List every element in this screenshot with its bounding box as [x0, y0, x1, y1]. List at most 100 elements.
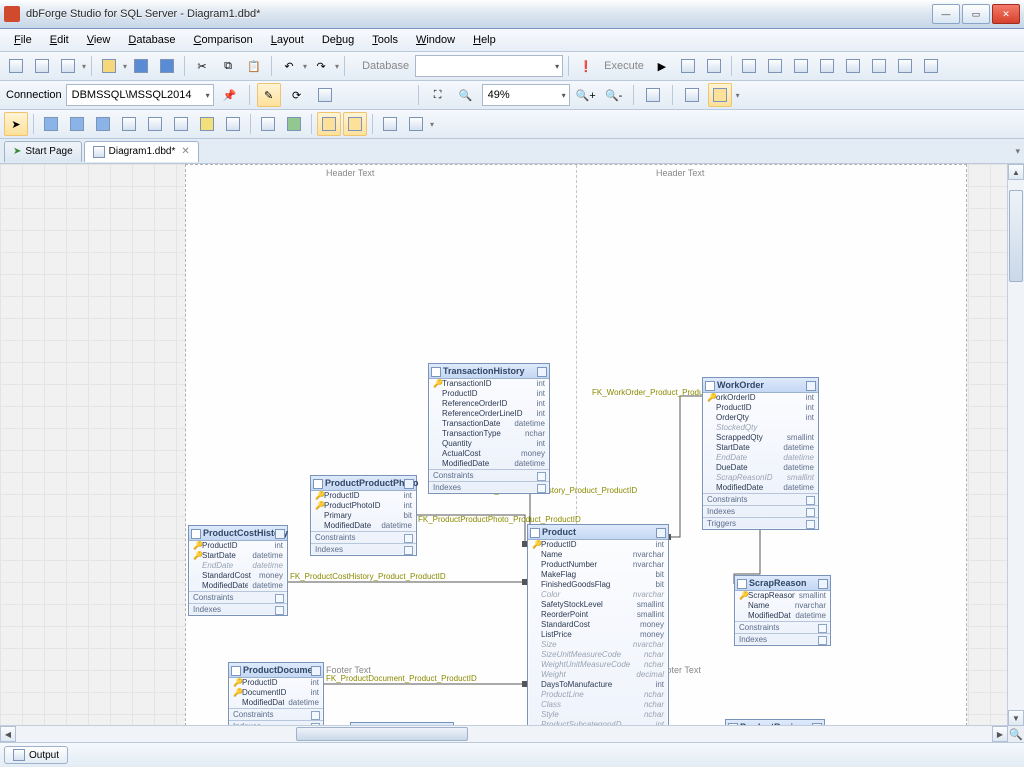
close-tab-icon[interactable]: ✕ — [181, 146, 189, 157]
zoom-value[interactable] — [486, 88, 559, 102]
grid7-icon[interactable] — [893, 54, 917, 78]
open-icon[interactable] — [97, 54, 121, 78]
database-dropdown[interactable]: ▾ — [415, 55, 563, 77]
grid8-icon[interactable] — [919, 54, 943, 78]
grid1-icon[interactable] — [737, 54, 761, 78]
save-all-icon[interactable] — [155, 54, 179, 78]
zoom-dropdown[interactable]: ▾ — [482, 84, 570, 106]
stamp-icon[interactable] — [256, 112, 280, 136]
page-header-right: Header Text — [656, 168, 704, 178]
image-icon[interactable] — [282, 112, 306, 136]
step-icon[interactable] — [676, 54, 700, 78]
close-button[interactable]: ✕ — [992, 4, 1020, 24]
statusbar: Output — [0, 742, 1024, 767]
menu-help[interactable]: Help — [465, 31, 504, 49]
menu-view[interactable]: View — [79, 31, 119, 49]
new-diagram-icon[interactable] — [56, 54, 80, 78]
zoom-corner-icon[interactable]: 🔍 — [1008, 726, 1024, 742]
menu-tools[interactable]: Tools — [364, 31, 406, 49]
paste-icon[interactable]: 📋 — [242, 54, 266, 78]
entity3-tool-icon[interactable] — [91, 112, 115, 136]
menu-file[interactable]: File — [6, 31, 40, 49]
copy-icon[interactable]: ⧉ — [216, 54, 240, 78]
entity-workorder[interactable]: WorkOrder🔑orkOrderIDintProductIDintOrder… — [702, 377, 819, 530]
tab-diagram-label: Diagram1.dbd* — [109, 146, 176, 157]
redo-icon[interactable]: ↷ — [309, 54, 333, 78]
stop-icon[interactable]: ▶ — [650, 54, 674, 78]
cut-icon[interactable]: ✂ — [190, 54, 214, 78]
grid3-icon[interactable] — [789, 54, 813, 78]
export2-icon[interactable] — [404, 112, 428, 136]
connection-dropdown[interactable]: ▾ — [66, 84, 214, 106]
new-query-icon[interactable] — [30, 54, 54, 78]
entity-productdocument[interactable]: ProductDocument🔑ProductIDint🔑DocumentIDi… — [228, 662, 324, 726]
entity-transactionhistory[interactable]: TransactionHistory🔑TransactionIDintProdu… — [428, 363, 550, 494]
maximize-button[interactable]: ▭ — [962, 4, 990, 24]
grid2-icon[interactable] — [763, 54, 787, 78]
tab-start-page[interactable]: ➤ Start Page — [4, 141, 82, 162]
tab-diagram[interactable]: Diagram1.dbd* ✕ — [84, 141, 199, 162]
snap-icon[interactable] — [317, 112, 341, 136]
relation3-tool-icon[interactable] — [169, 112, 193, 136]
zoom-reset-icon[interactable]: 🔍 — [454, 83, 478, 107]
relation2-tool-icon[interactable] — [143, 112, 167, 136]
tab-start-page-label: Start Page — [25, 146, 72, 157]
entity-tool-icon[interactable] — [39, 112, 63, 136]
zoom-out-icon[interactable]: 🔍- — [602, 83, 626, 107]
minimize-button[interactable]: — — [932, 4, 960, 24]
print-layout-icon[interactable] — [680, 83, 704, 107]
fk-label-pch: FK_ProductCostHistory_Product_ProductID — [290, 572, 446, 581]
menu-debug[interactable]: Debug — [314, 31, 362, 49]
scroll-down-icon[interactable]: ▼ — [1008, 710, 1024, 726]
scroll-left-icon[interactable]: ◀ — [0, 726, 16, 742]
snap2-icon[interactable] — [343, 112, 367, 136]
undo-icon[interactable]: ↶ — [277, 54, 301, 78]
entity-product[interactable]: Product🔑ProductIDintNamenvarcharProductN… — [527, 524, 669, 726]
menu-comparison[interactable]: Comparison — [185, 31, 260, 49]
edit-connection-icon[interactable]: ✎ — [257, 83, 281, 107]
execute-label[interactable]: Execute — [600, 60, 648, 72]
entity2-tool-icon[interactable] — [65, 112, 89, 136]
grid5-icon[interactable] — [841, 54, 865, 78]
execute-icon[interactable]: ❗ — [574, 54, 598, 78]
main-toolbar: ▾ ▾ ✂ ⧉ 📋 ↶ ▾ ↷ ▾ Database ▾ ❗ Execute ▶ — [0, 52, 1024, 81]
new-sql-icon[interactable] — [4, 54, 28, 78]
titlebar: dbForge Studio for SQL Server - Diagram1… — [0, 0, 1024, 29]
grid4-icon[interactable] — [815, 54, 839, 78]
container-tool-icon[interactable] — [221, 112, 245, 136]
document-tabs: ➤ Start Page Diagram1.dbd* ✕ ▾ — [0, 139, 1024, 164]
page-view-icon[interactable] — [708, 83, 732, 107]
entity-scrapreason[interactable]: ScrapReason🔑ScrapReasonIDsmallintNamenva… — [734, 575, 831, 646]
output-panel-button[interactable]: Output — [4, 746, 68, 764]
tabs-overflow-icon[interactable]: ▾ — [1015, 146, 1020, 157]
menu-layout[interactable]: Layout — [263, 31, 312, 49]
scroll-up-icon[interactable]: ▲ — [1008, 164, 1024, 180]
menubar: File Edit View Database Comparison Layou… — [0, 29, 1024, 52]
connection-value[interactable] — [70, 88, 203, 102]
menu-edit[interactable]: Edit — [42, 31, 77, 49]
note-tool-icon[interactable] — [195, 112, 219, 136]
zoom-in-icon[interactable]: 🔍+ — [574, 83, 598, 107]
fit-icon[interactable]: ⛶ — [426, 83, 450, 107]
output-label: Output — [29, 750, 59, 761]
entity-productcosthistory[interactable]: ProductCostHistory🔑ProductIDint🔑StartDat… — [188, 525, 288, 616]
vertical-scrollbar[interactable]: ▲ ▼ — [1007, 164, 1024, 726]
menu-database[interactable]: Database — [120, 31, 183, 49]
layout-icon[interactable] — [641, 83, 665, 107]
pointer-icon[interactable]: ➤ — [4, 112, 28, 136]
scroll-right-icon[interactable]: ▶ — [992, 726, 1008, 742]
menu-window[interactable]: Window — [408, 31, 463, 49]
entity-productproductphoto[interactable]: ProductProductPhoto🔑ProductIDint🔑Product… — [310, 475, 417, 556]
horizontal-scrollbar[interactable]: ◀ ▶ — [0, 725, 1008, 742]
export-icon[interactable] — [378, 112, 402, 136]
relation-tool-icon[interactable] — [117, 112, 141, 136]
diagram-canvas[interactable]: Header Text Header Text Footer Text Foot… — [0, 164, 1008, 726]
step2-icon[interactable] — [702, 54, 726, 78]
grid6-icon[interactable] — [867, 54, 891, 78]
save-icon[interactable] — [129, 54, 153, 78]
fk-label-wo: FK_WorkOrder_Product_ProductID — [592, 388, 718, 397]
diagram-toolbar: ➤ ▾ — [0, 110, 1024, 139]
db-icon[interactable] — [313, 83, 337, 107]
refresh-icon[interactable]: ⟳ — [285, 83, 309, 107]
pin-icon[interactable]: 📌 — [218, 83, 242, 107]
